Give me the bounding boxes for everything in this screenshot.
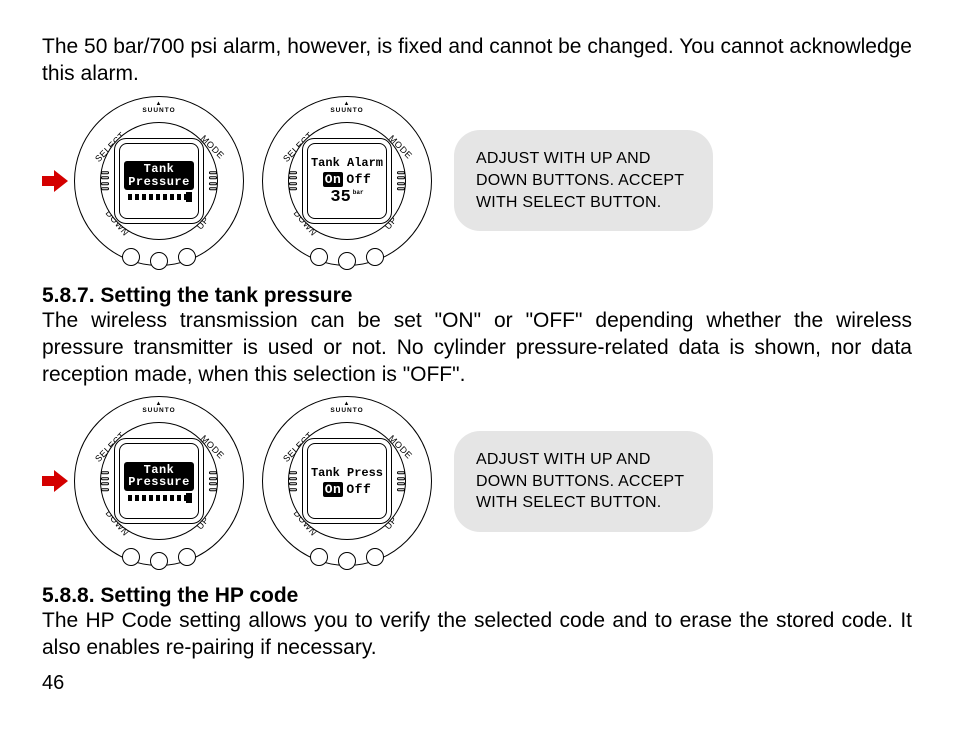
bezel-button: [122, 248, 140, 266]
watch-tank-press-setting: SUUNTO SELECT MODE DOWN UP Tank Press On…: [262, 396, 432, 566]
on-off-toggle: On Off: [323, 482, 372, 497]
figure-row-1: SUUNTO SELECT MODE DOWN UP Tank Pressure: [42, 96, 912, 266]
option-on-selected: On: [323, 172, 344, 187]
bezel-button: [338, 252, 356, 270]
bezel-button: [122, 548, 140, 566]
menu-banner: Tank Pressure: [124, 161, 194, 190]
watch-screen: Tank Alarm On Off 35 bar: [307, 143, 387, 219]
bezel-button: [310, 248, 328, 266]
watch-pair-1: SUUNTO SELECT MODE DOWN UP Tank Pressure: [74, 96, 432, 266]
watch-screen: Tank Pressure: [119, 443, 199, 519]
watch-tank-pressure-menu: SUUNTO SELECT MODE DOWN UP Tank Pressure: [74, 396, 244, 566]
section-para-588: The HP Code setting allows you to verify…: [42, 608, 912, 662]
setting-title: Tank Alarm: [311, 156, 383, 170]
figure-row-2: SUUNTO SELECT MODE DOWN UP Tank Pressure: [42, 396, 912, 566]
brand-label: SUUNTO: [142, 101, 175, 114]
banner-line2: Pressure: [128, 476, 190, 489]
page-number: 46: [42, 672, 912, 695]
red-arrow-icon: [42, 470, 68, 492]
section-heading-587: 5.8.7. Setting the tank pressure: [42, 284, 912, 308]
brand-label: SUUNTO: [330, 101, 363, 114]
bezel-button: [366, 548, 384, 566]
banner-line1: Tank: [128, 163, 190, 176]
banner-line2: Pressure: [128, 176, 190, 189]
bezel-button: [150, 552, 168, 570]
bezel-button: [150, 252, 168, 270]
watch-screen: Tank Pressure: [119, 143, 199, 219]
option-off: Off: [346, 172, 371, 187]
value-display: 35 bar: [330, 189, 363, 206]
on-off-toggle: On Off: [323, 172, 372, 187]
watch-pair-2: SUUNTO SELECT MODE DOWN UP Tank Pressure: [74, 396, 432, 566]
page: The 50 bar/700 psi alarm, however, is fi…: [0, 0, 954, 715]
value-unit: bar: [353, 189, 364, 196]
progress-strip: [128, 194, 190, 200]
instruction-callout: ADJUST WITH UP AND DOWN BUTTONS. ACCEPT …: [454, 431, 713, 532]
menu-banner: Tank Pressure: [124, 462, 194, 491]
bezel-button: [178, 248, 196, 266]
value-number: 35: [330, 189, 350, 206]
bezel-button: [338, 552, 356, 570]
bezel-button: [178, 548, 196, 566]
bezel-button: [366, 248, 384, 266]
progress-strip: [128, 495, 190, 501]
bezel-button: [310, 548, 328, 566]
setting-title: Tank Press: [311, 466, 383, 480]
section-heading-588: 5.8.8. Setting the HP code: [42, 584, 912, 608]
red-arrow-icon: [42, 170, 68, 192]
instruction-callout: ADJUST WITH UP AND DOWN BUTTONS. ACCEPT …: [454, 130, 713, 231]
option-on-selected: On: [323, 482, 344, 497]
brand-label: SUUNTO: [330, 401, 363, 414]
brand-label: SUUNTO: [142, 401, 175, 414]
intro-paragraph: The 50 bar/700 psi alarm, however, is fi…: [42, 34, 912, 88]
option-off: Off: [346, 482, 371, 497]
watch-tank-alarm-setting: SUUNTO SELECT MODE DOWN UP Tank Alarm On…: [262, 96, 432, 266]
watch-tank-pressure-menu: SUUNTO SELECT MODE DOWN UP Tank Pressure: [74, 96, 244, 266]
section-para-587: The wireless transmission can be set "ON…: [42, 308, 912, 389]
watch-screen: Tank Press On Off: [307, 443, 387, 519]
